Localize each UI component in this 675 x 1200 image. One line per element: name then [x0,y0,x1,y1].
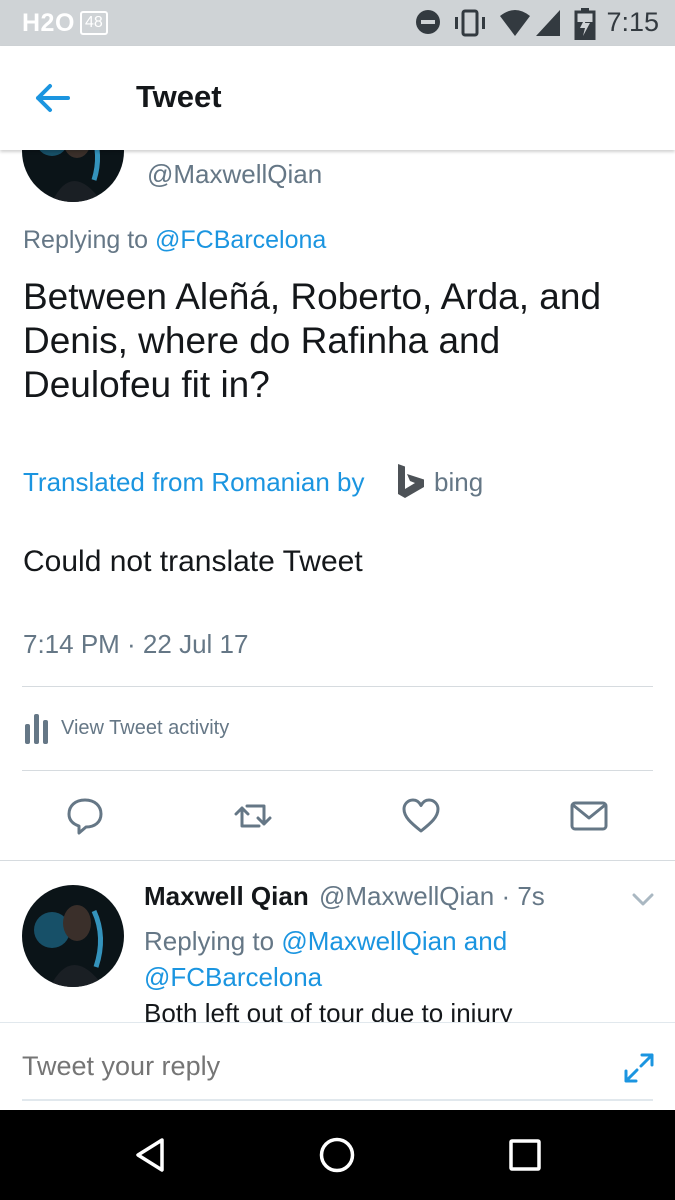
reply-author-name[interactable]: Maxwell Qian [144,881,309,912]
avatar[interactable] [22,885,124,987]
reply-replying-prefix: Replying to [144,926,282,956]
home-circle-icon[interactable] [317,1135,357,1175]
retweet-icon[interactable] [233,796,273,836]
notification-badge: 48 [80,11,108,35]
reply-icon[interactable] [65,796,105,836]
back-triangle-icon[interactable] [130,1135,170,1175]
reply-composer [0,1022,675,1110]
wifi-icon [500,10,530,36]
vibrate-icon [455,9,485,37]
tweet-author-handle[interactable]: @MaxwellQian [147,159,322,190]
view-tweet-activity-label: View Tweet activity [61,717,230,739]
cell-signal-icon [536,10,560,36]
do-not-disturb-icon [416,10,440,34]
expand-icon[interactable] [622,1051,656,1085]
carrier-label: H2O [22,9,75,37]
status-time: 7:15 [606,7,659,37]
divider [0,860,675,861]
reply-input[interactable] [22,1051,376,1082]
replying-and: and [456,926,508,956]
analytics-bars-icon [25,714,48,744]
translation-result: Could not translate Tweet [23,545,363,578]
system-navigation-bar [0,1110,675,1200]
direct-message-envelope-icon[interactable] [569,796,609,836]
translated-from-label[interactable]: Translated from Romanian by [23,467,365,498]
input-underline [22,1099,653,1101]
status-bar: H2O 48 7:15 [0,0,675,46]
replying-to-line: Replying to @FCBarcelona [23,226,326,255]
like-heart-icon[interactable] [401,796,441,836]
view-tweet-activity-button[interactable]: View Tweet activity [23,712,283,746]
replying-prefix: Replying to [23,226,156,254]
back-arrow-icon[interactable] [28,76,78,120]
divider [22,686,653,687]
replying-to-link[interactable]: @FCBarcelona [144,962,322,992]
replying-to-link[interactable]: @MaxwellQian [281,926,456,956]
tweet-timestamp: 7:14 PM · 22 Jul 17 [23,629,249,659]
chevron-down-icon[interactable] [632,893,654,907]
tweet-text: Between Aleñá, Roberto, Arda, and Denis,… [23,276,602,405]
reply-replying-to-line: Replying to @MaxwellQian and @FCBarcelona [144,923,644,995]
replying-to-link[interactable]: @FCBarcelona [155,226,326,254]
recents-square-icon[interactable] [505,1135,545,1175]
battery-icon [574,8,596,40]
app-bar: Tweet [0,46,675,150]
page-title: Tweet [136,79,222,114]
bing-logo-icon [398,464,424,498]
divider [22,770,653,771]
translator-name: bing [434,467,484,497]
reply-author-handle-time: @MaxwellQian · 7s [319,881,545,911]
